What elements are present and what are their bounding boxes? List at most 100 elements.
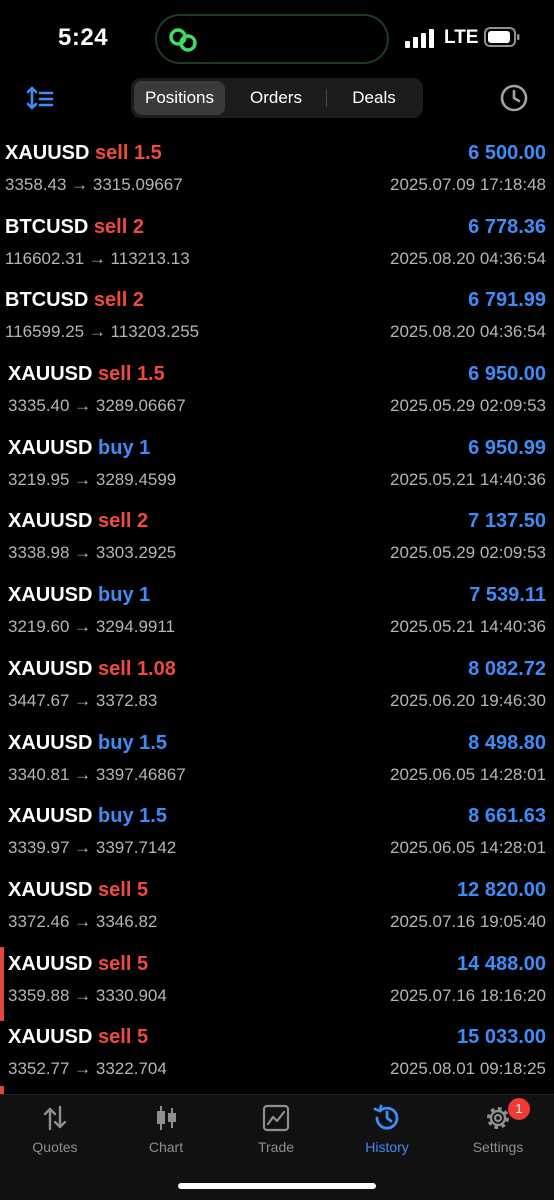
quotes-arrows-icon (43, 1105, 67, 1131)
trade-volume: 5 (136, 878, 149, 901)
trade-prices: 3359.88 → 3330.904 (8, 985, 167, 1005)
trade-volume: 1.5 (136, 363, 165, 386)
trade-row[interactable]: XAUUSD sell 1.5 3358.43 → 3315.09667 6 500… (0, 136, 554, 210)
trade-profit: 6 500.00 (468, 142, 546, 164)
trade-side: sell (98, 1026, 132, 1049)
tab-settings[interactable]: 1 Settings (448, 1098, 548, 1155)
trade-title: BTCUSD sell 2 (5, 289, 144, 312)
trade-row[interactable]: XAUUSD sell 5 3359.88 → 3330.904 14 488.00… (0, 946, 554, 1021)
trade-date: 2025.06.20 19:46:30 (390, 690, 546, 710)
trade-symbol: XAUUSD (8, 584, 93, 607)
trade-symbol: XAUUSD (8, 1026, 93, 1049)
tab-chart[interactable]: Chart (116, 1103, 216, 1155)
trade-row[interactable]: XAUUSD buy 1 3219.95 → 3289.4599 6 950.99 2… (0, 431, 554, 505)
trade-row[interactable]: BTCUSD sell 2 116599.25 → 113203.255 6 791… (0, 283, 554, 357)
trade-date: 2025.05.29 02:09:53 (390, 543, 546, 563)
trade-symbol: XAUUSD (8, 952, 93, 975)
trade-title: XAUUSD sell 1.08 (8, 658, 176, 681)
trade-chart-icon (262, 1104, 290, 1132)
trade-prices: 116599.25 → 113203.255 (5, 322, 200, 342)
trade-prices: 3335.40 → 3289.06667 (8, 396, 186, 416)
tab-orders[interactable]: Orders (228, 81, 324, 115)
trade-volume: 5 (136, 1026, 149, 1049)
trade-side: sell (98, 878, 132, 901)
trade-prices: 3352.77 → 3322.704 (8, 1059, 167, 1079)
trade-date: 2025.07.16 19:05:40 (390, 911, 546, 931)
trade-row[interactable]: BTCUSD sell 2 116602.31 → 113213.13 6 778.… (0, 210, 554, 284)
trade-row[interactable]: XAUUSD buy 1.5 3340.81 → 3397.46867 8 498.… (0, 726, 554, 800)
home-indicator[interactable] (178, 1183, 376, 1189)
trade-prices: 3340.81 → 3397.46867 (8, 764, 186, 784)
trade-profit: 6 791.99 (468, 289, 546, 312)
trade-symbol: XAUUSD (8, 363, 93, 386)
trade-date: 2025.05.29 02:09:53 (390, 396, 546, 416)
tab-history-label: History (365, 1139, 409, 1155)
trade-profit: 8 498.80 (468, 731, 546, 754)
trade-date: 2025.08.20 04:36:54 (390, 248, 546, 268)
tab-chart-label: Chart (148, 1139, 184, 1155)
trade-profit: 6 778.36 (468, 215, 546, 238)
trade-title: XAUUSD sell 5 (8, 879, 148, 902)
candlestick-icon (157, 1106, 176, 1130)
trade-volume: 1.5 (139, 731, 167, 754)
trade-profit: 6 950.00 (468, 363, 546, 386)
trade-title: XAUUSD sell 5 (8, 1026, 148, 1049)
clock-icon[interactable] (499, 83, 529, 113)
trade-date: 2025.07.09 17:18:48 (390, 175, 546, 194)
trade-prices: 116602.31 → 113213.13 (5, 248, 190, 268)
trade-prices: 3338.98 → 3303.2925 (8, 543, 177, 563)
trade-title: XAUUSD sell 5 (8, 953, 148, 976)
tab-trade[interactable]: Trade (226, 1103, 326, 1155)
trade-row[interactable]: XAUUSD buy 1.5 3339.97 → 3397.7142 8 661.6… (0, 799, 554, 873)
trade-prices: 3219.60 → 3294.9911 (8, 617, 175, 637)
tab-deals[interactable]: Deals (328, 81, 420, 115)
tab-trade-label: Trade (257, 1139, 295, 1155)
trade-row[interactable]: XAUUSD sell 1.08 3447.67 → 3372.83 8 082.7… (0, 652, 554, 726)
trade-prices: 3372.46 → 3346.82 (8, 911, 158, 931)
trade-side: sell (98, 657, 132, 680)
tab-settings-label: Settings (472, 1139, 524, 1155)
trade-profit: 8 082.72 (468, 657, 546, 680)
trade-side: sell (98, 510, 132, 533)
trade-prices: 3447.67 → 3372.83 (8, 690, 158, 710)
trade-profit: 15 033.00 (457, 1026, 546, 1049)
trade-date: 2025.06.05 14:28:01 (390, 838, 546, 858)
trade-row[interactable]: XAUUSD sell 2 3338.98 → 3303.2925 7 137.50… (0, 504, 554, 578)
trade-title: BTCUSD sell 2 (5, 216, 144, 239)
top-toolbar: Positions Orders Deals (0, 78, 554, 120)
trade-title: XAUUSD sell 1.5 (8, 363, 165, 386)
trade-side: buy (98, 731, 134, 754)
trade-row[interactable]: XAUUSD sell 5 3372.46 → 3346.82 12 820.00 2… (0, 873, 554, 947)
trade-side: sell (95, 142, 129, 164)
network-label: LTE (444, 27, 479, 48)
history-segmented-control: Positions Orders Deals (131, 78, 423, 118)
trade-side: buy (98, 805, 134, 828)
trade-row[interactable]: XAUUSD sell 5 3352.77 → 3322.704 15 033.00… (0, 1020, 554, 1094)
tab-quotes[interactable]: Quotes (5, 1103, 105, 1155)
trade-title: XAUUSD buy 1.5 (8, 805, 167, 828)
trade-symbol: XAUUSD (8, 510, 93, 533)
trade-row[interactable]: XAUUSD buy 1 3219.60 → 3294.9911 7 539.11 2… (0, 578, 554, 652)
segment-divider (326, 89, 327, 107)
tab-quotes-label: Quotes (32, 1139, 78, 1155)
status-bar: 5:24 LTE (0, 0, 554, 80)
trade-symbol: BTCUSD (5, 215, 89, 238)
trade-volume: 1.5 (139, 805, 167, 828)
tab-history[interactable]: History (337, 1103, 437, 1155)
scroll-row-marker (0, 1086, 4, 1094)
battery-icon (484, 27, 520, 47)
signal-icon (405, 29, 434, 48)
trade-profit: 14 488.00 (457, 952, 546, 975)
tab-positions[interactable]: Positions (134, 81, 225, 115)
trade-title: XAUUSD buy 1 (8, 584, 150, 607)
trade-profit: 12 820.00 (457, 878, 546, 901)
trade-volume: 2 (136, 510, 149, 533)
trade-prices: 3358.43 → 3315.09667 (5, 175, 183, 194)
trade-symbol: XAUUSD (5, 142, 90, 164)
trade-side: sell (93, 215, 128, 238)
sort-icon[interactable] (26, 84, 56, 114)
trade-row[interactable]: XAUUSD sell 1.5 3335.40 → 3289.06667 6 950… (0, 357, 554, 431)
trade-side: buy (98, 436, 134, 459)
link-icon (169, 28, 197, 52)
trade-symbol: BTCUSD (5, 289, 89, 312)
